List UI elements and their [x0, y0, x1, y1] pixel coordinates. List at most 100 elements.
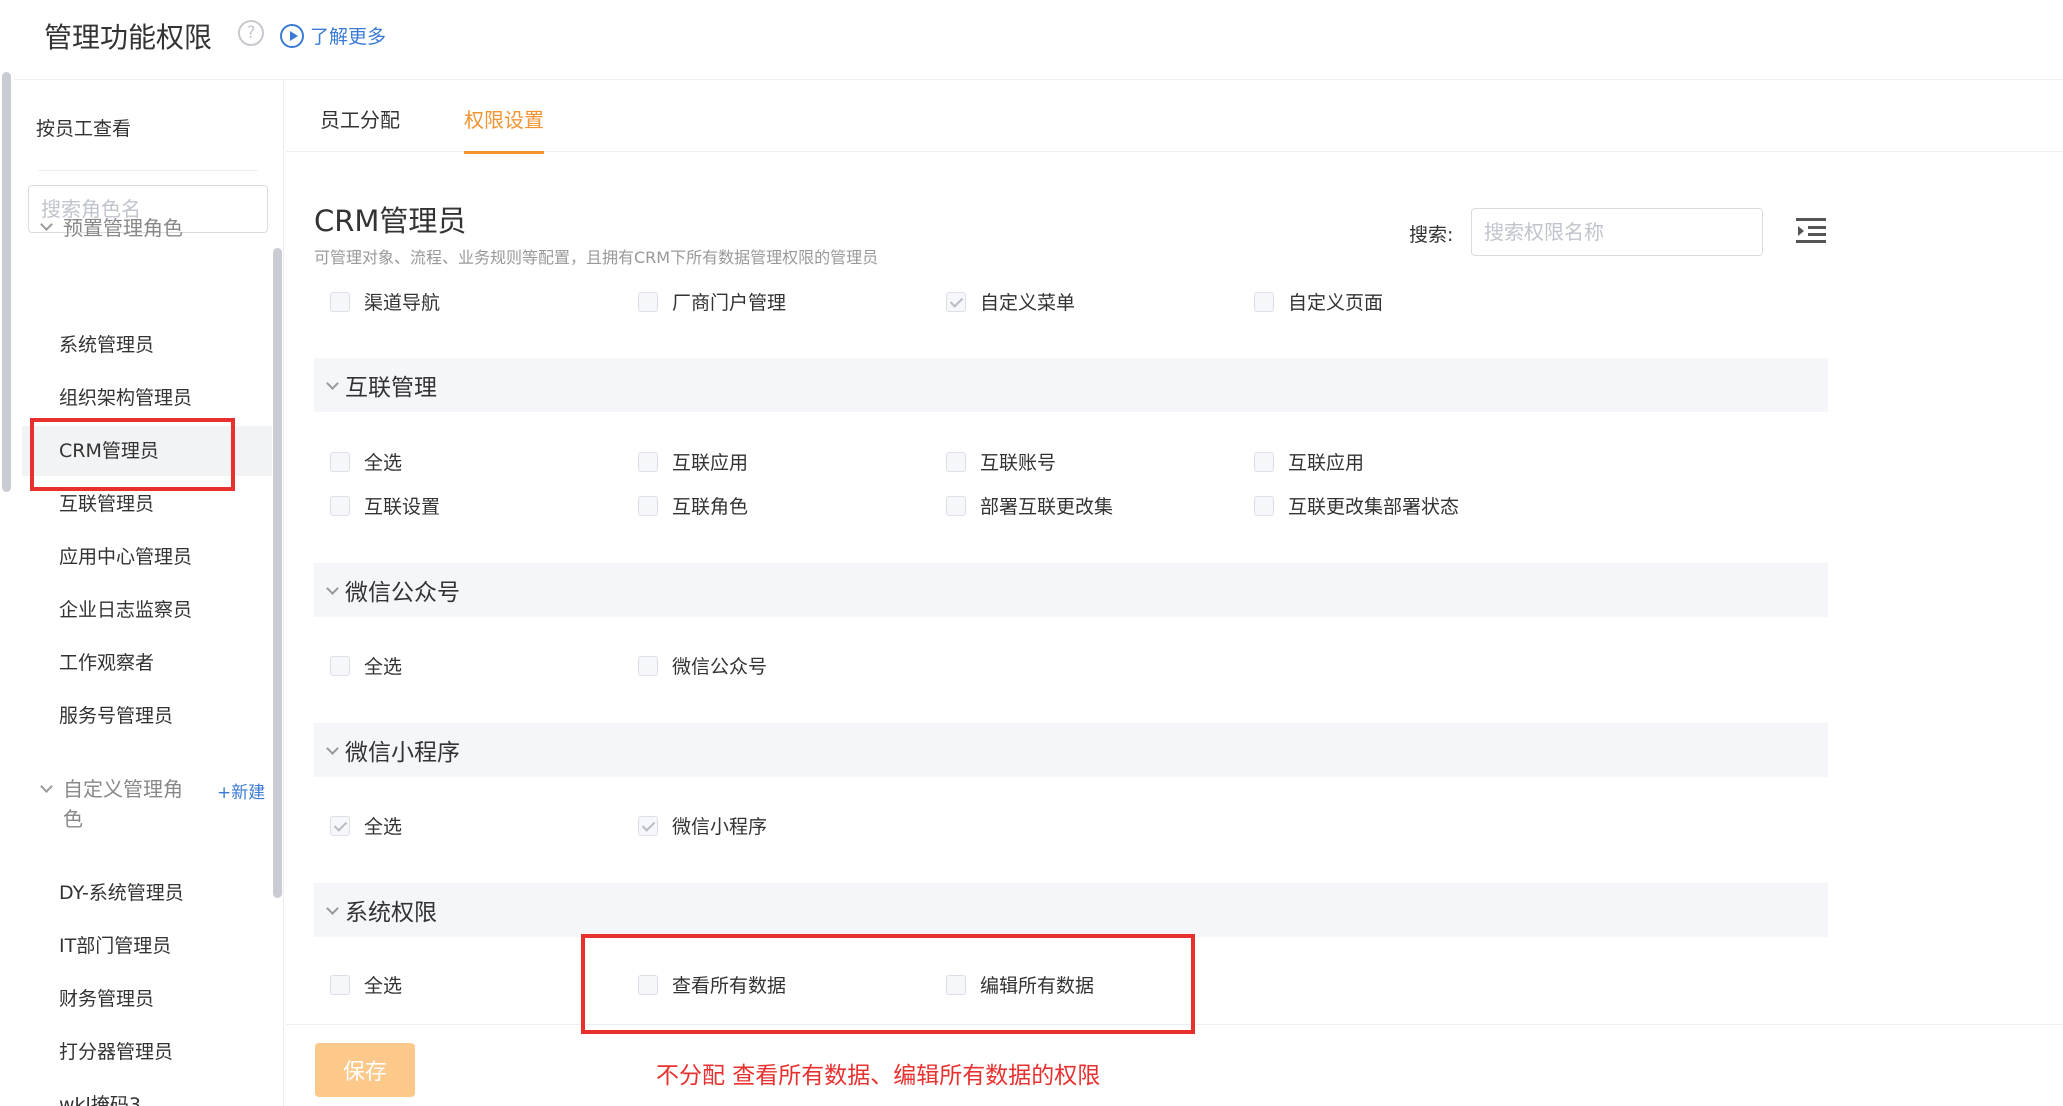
tab-bar: 员工分配 权限设置: [286, 80, 2063, 154]
checkbox[interactable]: [1254, 291, 1274, 312]
perm-item[interactable]: 微信公众号: [638, 652, 767, 679]
collapse-list-icon[interactable]: [1796, 216, 1826, 244]
chevron-down-icon: [326, 741, 339, 755]
checkbox[interactable]: [330, 655, 350, 676]
section-interconnect[interactable]: 互联管理: [314, 358, 1828, 412]
role-item-interconnect-admin[interactable]: 互联管理员: [22, 479, 272, 529]
checkbox-checked[interactable]: [946, 291, 966, 312]
sidebar-divider: [38, 170, 258, 171]
checkbox[interactable]: [638, 974, 658, 995]
perm-label: 全选: [364, 452, 403, 474]
perm-custom-page[interactable]: 自定义页面: [1254, 288, 1383, 315]
by-employee-link[interactable]: 按员工查看: [36, 114, 131, 141]
checkbox-checked[interactable]: [330, 815, 350, 836]
checkbox[interactable]: [638, 291, 658, 312]
role-description: 可管理对象、流程、业务规则等配置，且拥有CRM下所有数据管理权限的管理员: [314, 248, 879, 267]
chevron-down-icon: [326, 376, 339, 390]
perm-label: 互联账号: [980, 452, 1057, 474]
perm-item[interactable]: 互联更改集部署状态: [1254, 492, 1459, 519]
checkbox[interactable]: [330, 974, 350, 995]
search-label: 搜索:: [1409, 224, 1454, 246]
permission-search-input[interactable]: [1471, 208, 1763, 256]
perm-select-all[interactable]: 全选: [330, 812, 402, 839]
chevron-down-icon: [40, 780, 53, 793]
save-button[interactable]: 保存: [315, 1043, 415, 1097]
sidebar-scrollbar[interactable]: [273, 248, 282, 898]
role-item-custom[interactable]: 打分器管理员: [22, 1027, 272, 1077]
role-item-custom[interactable]: DY-系统管理员: [22, 868, 272, 918]
role-item-service-account-admin[interactable]: 服务号管理员: [22, 691, 272, 741]
perm-label: 全选: [364, 816, 403, 838]
role-item-work-observer[interactable]: 工作观察者: [22, 638, 272, 688]
section-title: 微信公众号: [345, 580, 460, 606]
perm-label: 全选: [364, 656, 403, 678]
chevron-down-icon: [40, 218, 53, 231]
section-title: 系统权限: [345, 900, 437, 926]
checkbox[interactable]: [330, 451, 350, 472]
section-title: 微信小程序: [345, 740, 460, 766]
perm-label: 部署互联更改集: [980, 496, 1114, 518]
perm-item[interactable]: 互联账号: [946, 448, 1056, 475]
perm-select-all[interactable]: 全选: [330, 652, 402, 679]
role-sidebar: 按员工查看 预置管理角色 系统管理员 组织架构管理员 CRM管理员 互联管理员 …: [14, 80, 284, 1106]
role-item-app-center-admin[interactable]: 应用中心管理员: [22, 532, 272, 582]
perm-item[interactable]: 互联应用: [638, 448, 748, 475]
checkbox[interactable]: [1254, 495, 1274, 516]
perm-custom-menu[interactable]: 自定义菜单: [946, 288, 1075, 315]
checkbox[interactable]: [638, 495, 658, 516]
perm-edit-all-data[interactable]: 编辑所有数据: [946, 971, 1094, 998]
perm-item[interactable]: 互联角色: [638, 492, 748, 519]
role-title: CRM管理员: [314, 204, 467, 238]
perm-label: 互联设置: [364, 496, 441, 518]
perm-select-all[interactable]: 全选: [330, 448, 402, 475]
perm-view-all-data[interactable]: 查看所有数据: [638, 971, 786, 998]
checkbox[interactable]: [330, 291, 350, 312]
perm-label: 自定义页面: [1288, 292, 1384, 314]
perm-label: 厂商门户管理: [672, 292, 787, 314]
tab-permission-settings[interactable]: 权限设置: [464, 104, 544, 154]
custom-roles-group[interactable]: 自定义管理角色: [36, 774, 183, 834]
section-wechat-mini-program[interactable]: 微信小程序: [314, 723, 1828, 777]
preset-roles-group[interactable]: 预置管理角色: [36, 212, 183, 241]
learn-more-label: 了解更多: [310, 26, 387, 48]
perm-channel-nav[interactable]: 渠道导航: [330, 288, 440, 315]
checkbox[interactable]: [638, 655, 658, 676]
perm-label: 查看所有数据: [672, 975, 787, 997]
perm-item[interactable]: 互联设置: [330, 492, 440, 519]
role-item-system-admin[interactable]: 系统管理员: [22, 320, 272, 370]
checkbox[interactable]: [946, 451, 966, 472]
perm-label: 渠道导航: [364, 292, 441, 314]
perm-label: 微信公众号: [672, 656, 768, 678]
checkbox[interactable]: [946, 974, 966, 995]
checkbox[interactable]: [1254, 451, 1274, 472]
page-scrollbar[interactable]: [2, 72, 11, 492]
perm-item[interactable]: 互联应用: [1254, 448, 1364, 475]
checkbox[interactable]: [330, 495, 350, 516]
role-item-crm-admin[interactable]: CRM管理员: [22, 426, 272, 476]
role-item-custom[interactable]: IT部门管理员: [22, 921, 272, 971]
role-item-org-admin[interactable]: 组织架构管理员: [22, 373, 272, 423]
role-item-log-auditor[interactable]: 企业日志监察员: [22, 585, 272, 635]
section-system-permissions[interactable]: 系统权限: [314, 883, 1828, 937]
perm-label: 互联应用: [672, 452, 749, 474]
play-circle-icon: [280, 23, 304, 48]
checkbox[interactable]: [946, 495, 966, 516]
help-icon[interactable]: ?: [238, 20, 264, 46]
perm-item[interactable]: 微信小程序: [638, 812, 767, 839]
tab-employee-assignment[interactable]: 员工分配: [320, 104, 400, 151]
role-item-custom[interactable]: 财务管理员: [22, 974, 272, 1024]
section-title: 互联管理: [345, 375, 437, 401]
new-role-link[interactable]: +新建: [217, 778, 265, 803]
checkbox-checked[interactable]: [638, 815, 658, 836]
perm-item[interactable]: 部署互联更改集: [946, 492, 1113, 519]
perm-label: 微信小程序: [672, 816, 768, 838]
checkbox[interactable]: [638, 451, 658, 472]
role-item-custom[interactable]: wkl掩码3: [22, 1080, 272, 1106]
perm-label: 自定义菜单: [980, 292, 1076, 314]
custom-roles-group-label: 自定义管理角色: [63, 777, 183, 831]
perm-select-all[interactable]: 全选: [330, 971, 402, 998]
learn-more-link[interactable]: 了解更多: [280, 22, 386, 49]
section-wechat-official-account[interactable]: 微信公众号: [314, 563, 1828, 617]
perm-vendor-portal[interactable]: 厂商门户管理: [638, 288, 786, 315]
footer-divider: [286, 1024, 2063, 1025]
